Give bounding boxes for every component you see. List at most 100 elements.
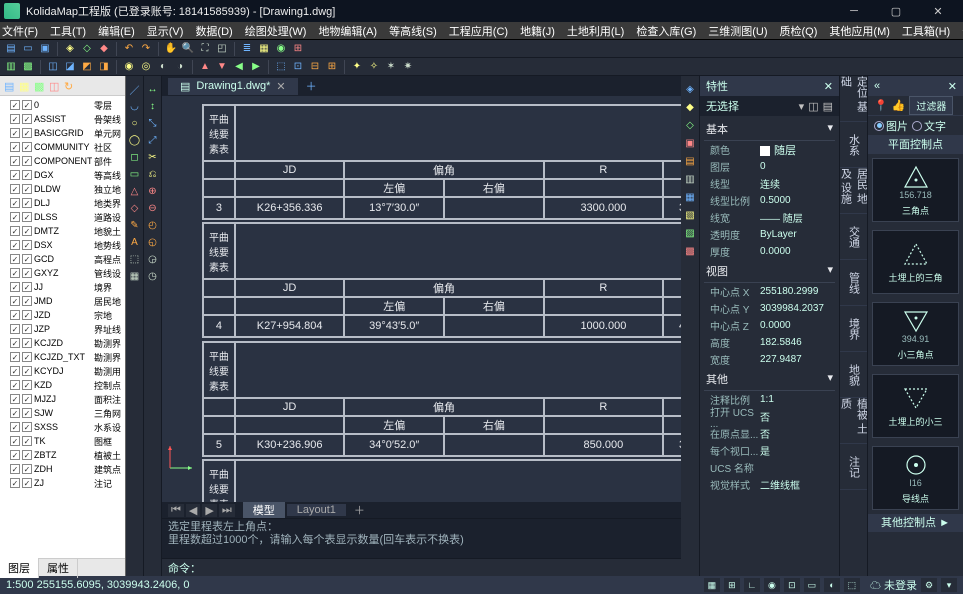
checkbox-icon[interactable]: ✓ xyxy=(22,324,32,334)
checkbox-icon[interactable]: ✓ xyxy=(10,128,20,138)
prop-value[interactable]: 是 xyxy=(760,443,835,458)
palette-close-icon[interactable]: ✕ xyxy=(948,80,957,93)
prop-value[interactable]: 随层 xyxy=(760,142,835,158)
v1-j-icon[interactable]: A xyxy=(128,235,142,249)
menu-item[interactable]: 显示(V) xyxy=(147,23,184,39)
prop-value[interactable]: 0.0000 xyxy=(760,246,835,257)
menu-item[interactable]: 地籍(J) xyxy=(520,23,555,39)
status-btn[interactable]: ∟ xyxy=(744,578,760,592)
v1-d-icon[interactable]: ◯ xyxy=(128,133,142,147)
checkbox-icon[interactable]: ✓ xyxy=(10,240,20,250)
menu-item[interactable]: 质检(Q) xyxy=(780,23,818,39)
layer-row[interactable]: ✓✓DLDW独立地 xyxy=(2,182,123,196)
document-tab[interactable]: ▤ Drawing1.dwg* ✕ xyxy=(168,78,298,95)
prop-value[interactable]: 连续 xyxy=(760,176,835,191)
checkbox-icon[interactable]: ✓ xyxy=(10,184,20,194)
layer-row[interactable]: ✓✓GCD高程点 xyxy=(2,252,123,266)
layer-row[interactable]: ✓✓ZDH建筑点 xyxy=(2,462,123,476)
vr-e-icon[interactable]: ▤ xyxy=(683,154,697,168)
layer-row[interactable]: ✓✓DLSS道路设 xyxy=(2,210,123,224)
menu-item[interactable]: 工具箱(H) xyxy=(902,23,950,39)
layer-row[interactable]: ✓✓JZD宗地 xyxy=(2,308,123,322)
checkbox-icon[interactable]: ✓ xyxy=(22,170,32,180)
checkbox-icon[interactable]: ✓ xyxy=(22,128,32,138)
v2-d-icon[interactable]: ⤢ xyxy=(146,133,160,147)
canvas[interactable]: 平曲 线要 素表JD偏角R左偏右偏3K26+356.33613°7′30.0″3… xyxy=(162,96,681,502)
palette-item[interactable]: 土埋上的三角 xyxy=(872,230,959,294)
checkbox-icon[interactable]: ✓ xyxy=(10,296,20,306)
layer-row[interactable]: ✓✓JMD居民地 xyxy=(2,294,123,308)
anchor-item[interactable]: 定位 基础 xyxy=(840,76,867,122)
menu-item[interactable]: 文件(F) xyxy=(2,23,38,39)
checkbox-icon[interactable]: ✓ xyxy=(10,170,20,180)
checkbox-icon[interactable]: ✓ xyxy=(10,408,20,418)
anchor-item[interactable]: 管线 xyxy=(840,260,867,306)
layout-next-icon[interactable]: ▶ xyxy=(202,504,216,517)
layer-row[interactable]: ✓✓DLJ地类界 xyxy=(2,196,123,210)
checkbox-icon[interactable]: ✓ xyxy=(10,198,20,208)
layer-row[interactable]: ✓✓KCJZD勘测界 xyxy=(2,336,123,350)
radio-text[interactable]: 文字 xyxy=(912,118,946,134)
checkbox-icon[interactable]: ✓ xyxy=(10,366,20,376)
tool-k-icon[interactable]: ▲ xyxy=(198,60,212,74)
checkbox-icon[interactable]: ✓ xyxy=(22,156,32,166)
zoom-win-icon[interactable]: ◰ xyxy=(215,42,229,56)
layer-row[interactable]: ✓✓BASICGRID单元网 xyxy=(2,126,123,140)
tool-d-icon[interactable]: ◪ xyxy=(63,60,77,74)
status-settings-icon[interactable]: ⚙ xyxy=(921,578,937,592)
checkbox-icon[interactable]: ✓ xyxy=(10,156,20,166)
prop-value[interactable]: 0 xyxy=(760,161,835,172)
prop-value[interactable]: 255180.2999 xyxy=(760,286,835,297)
tool-j-icon[interactable]: ◑ xyxy=(173,60,187,74)
status-expand-icon[interactable]: ▾ xyxy=(941,578,957,592)
minimize-button[interactable]: ─ xyxy=(833,0,875,22)
thumb-icon[interactable]: 👍 xyxy=(892,99,906,112)
zoom-icon[interactable]: 🔍 xyxy=(181,42,195,56)
layer-row[interactable]: ✓✓ASSIST骨架线 xyxy=(2,112,123,126)
menu-item[interactable]: 检查入库(G) xyxy=(636,23,696,39)
checkbox-icon[interactable]: ✓ xyxy=(10,450,20,460)
anchor-item[interactable]: 水系 xyxy=(840,122,867,168)
new-icon[interactable]: ▤ xyxy=(4,42,18,56)
v2-b-icon[interactable]: ↕ xyxy=(146,99,160,113)
checkbox-icon[interactable]: ✓ xyxy=(22,296,32,306)
tool-u-icon[interactable]: ✶ xyxy=(384,60,398,74)
tab-layers[interactable]: 图层 xyxy=(0,558,39,578)
checkbox-icon[interactable]: ✓ xyxy=(10,310,20,320)
menu-item[interactable]: 土地利用(L) xyxy=(567,23,624,39)
checkbox-icon[interactable]: ✓ xyxy=(22,338,32,348)
zoom-ext-icon[interactable]: ⛶ xyxy=(198,42,212,56)
prop-value[interactable]: 182.5846 xyxy=(760,337,835,348)
palette-item[interactable]: I16导线点 xyxy=(872,446,959,510)
menu-item[interactable]: 数据(D) xyxy=(195,23,232,39)
vr-j-icon[interactable]: ▩ xyxy=(683,244,697,258)
vr-g-icon[interactable]: ▦ xyxy=(683,190,697,204)
collapse-icon[interactable]: ▾ xyxy=(827,263,833,279)
checkbox-icon[interactable]: ✓ xyxy=(10,212,20,222)
menu-item[interactable]: 工程应用(C) xyxy=(449,23,508,39)
checkbox-icon[interactable]: ✓ xyxy=(22,142,32,152)
undo-icon[interactable]: ↶ xyxy=(122,42,136,56)
checkbox-icon[interactable]: ✓ xyxy=(22,464,32,474)
menu-item[interactable]: 三维测图(U) xyxy=(708,23,767,39)
layout-last-icon[interactable]: ⏭ xyxy=(219,504,235,517)
layout-prev-icon[interactable]: ◀ xyxy=(186,504,200,517)
redo-icon[interactable]: ↷ xyxy=(139,42,153,56)
anchor-item[interactable]: 植被 土质 xyxy=(840,398,867,444)
layer-row[interactable]: ✓✓KZD控制点 xyxy=(2,378,123,392)
menu-item[interactable]: 绘图处理(W) xyxy=(245,23,307,39)
save-icon[interactable]: ▣ xyxy=(38,42,52,56)
prop-value[interactable]: 0.5000 xyxy=(760,195,835,206)
tab-attrs[interactable]: 属性 xyxy=(39,558,78,578)
vr-a-icon[interactable]: ◈ xyxy=(683,82,697,96)
layer-new-icon[interactable]: ▦ xyxy=(19,80,31,92)
checkbox-icon[interactable]: ✓ xyxy=(10,394,20,404)
close-tab-icon[interactable]: ✕ xyxy=(276,80,285,93)
add-layout-icon[interactable]: ＋ xyxy=(348,502,371,518)
checkbox-icon[interactable]: ✓ xyxy=(10,422,20,432)
tool-o-icon[interactable]: ⬚ xyxy=(274,60,288,74)
tool-g-icon[interactable]: ◉ xyxy=(122,60,136,74)
v2-a-icon[interactable]: ↔ xyxy=(146,82,160,96)
anchor-item[interactable]: 境界 xyxy=(840,306,867,352)
checkbox-icon[interactable]: ✓ xyxy=(10,338,20,348)
